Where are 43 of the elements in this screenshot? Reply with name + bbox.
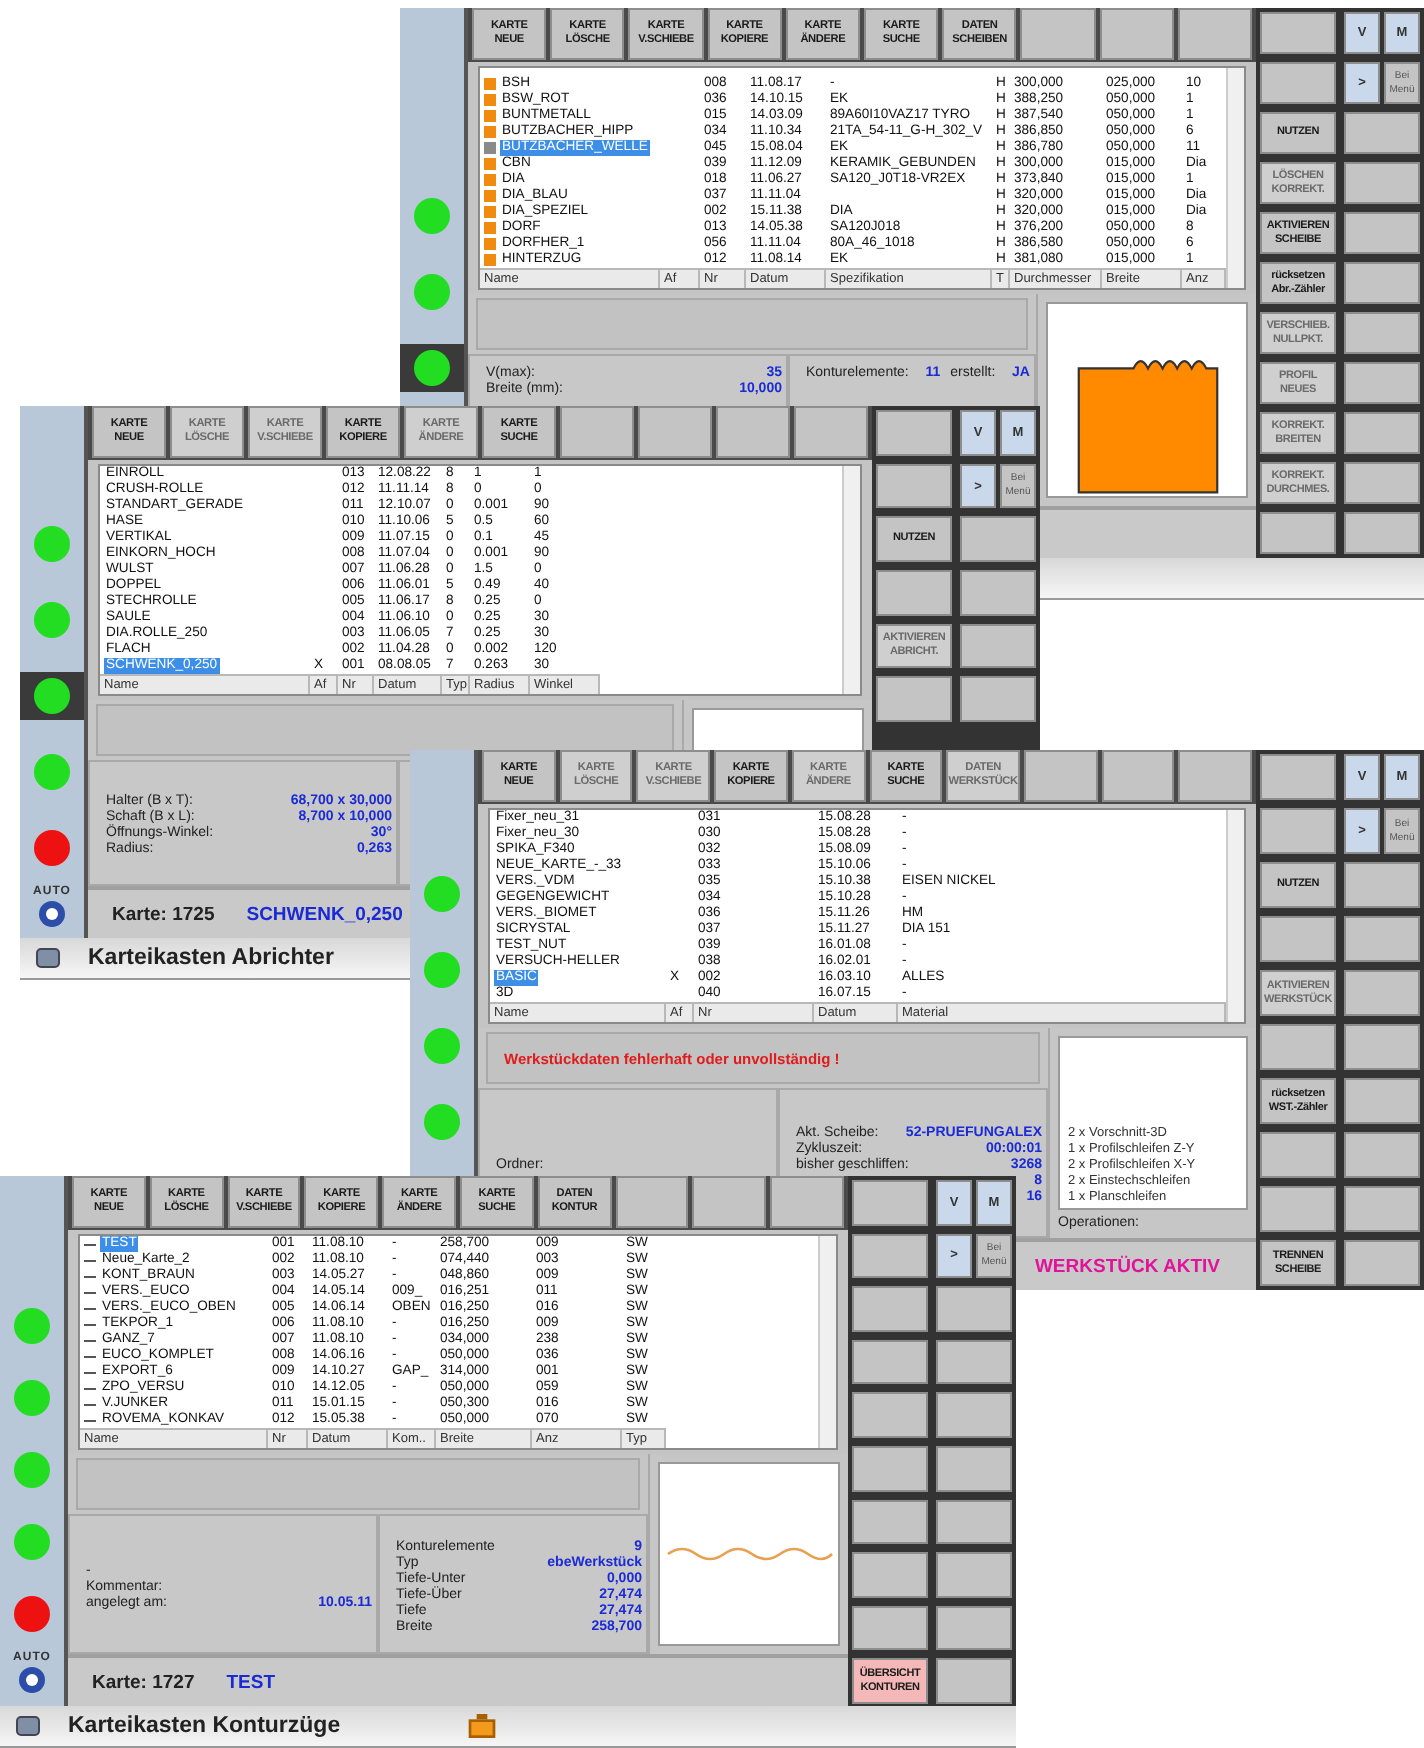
line-icon — [84, 1371, 96, 1373]
status-light[interactable] — [400, 344, 464, 392]
app-icon — [36, 948, 60, 968]
scrollbar[interactable] — [818, 1236, 836, 1448]
empty-key[interactable] — [852, 1445, 928, 1492]
logo-icon — [18, 1665, 46, 1693]
card-name: SCHWENK_0,250 — [246, 903, 403, 925]
card-number: Karte: 1725 — [112, 903, 215, 925]
line-icon — [84, 1275, 96, 1277]
window-title: Karteikasten Konturzüge — [68, 1714, 341, 1738]
status-light[interactable] — [20, 672, 84, 720]
scrollbar[interactable] — [842, 466, 860, 694]
empty-key[interactable] — [852, 1499, 928, 1545]
line-icon — [84, 1307, 96, 1309]
app-icon — [16, 1716, 40, 1736]
line-icon — [84, 1339, 96, 1341]
scrollbar[interactable] — [1226, 68, 1244, 288]
line-icon — [84, 1355, 96, 1357]
scrollbar[interactable] — [1226, 810, 1244, 1022]
empty-key[interactable] — [852, 1233, 928, 1279]
line-icon — [84, 1243, 96, 1245]
card-name: TEST — [226, 1671, 276, 1693]
line-icon — [84, 1323, 96, 1325]
empty-key[interactable] — [936, 1445, 1012, 1492]
empty-key[interactable] — [960, 676, 1036, 723]
empty-key[interactable] — [960, 516, 1036, 563]
line-icon — [84, 1259, 96, 1261]
empty-key[interactable] — [852, 1605, 928, 1651]
empty-key[interactable] — [936, 1339, 1012, 1385]
window-title: Karteikasten Abrichter — [88, 946, 334, 970]
line-icon — [84, 1403, 96, 1405]
empty-key[interactable] — [876, 676, 952, 723]
empty-key[interactable] — [936, 1499, 1012, 1545]
empty-key[interactable] — [852, 1339, 928, 1385]
status-text: WERKSTÜCK AKTIV — [1034, 1255, 1220, 1277]
card-number: Karte: 1727 — [92, 1671, 195, 1693]
logo-icon — [38, 899, 66, 927]
line-icon — [84, 1387, 96, 1389]
line-icon — [84, 1419, 96, 1421]
empty-key[interactable] — [936, 1605, 1012, 1651]
line-icon — [84, 1291, 96, 1293]
empty-key[interactable] — [876, 463, 952, 509]
empty-key[interactable] — [960, 623, 1036, 669]
